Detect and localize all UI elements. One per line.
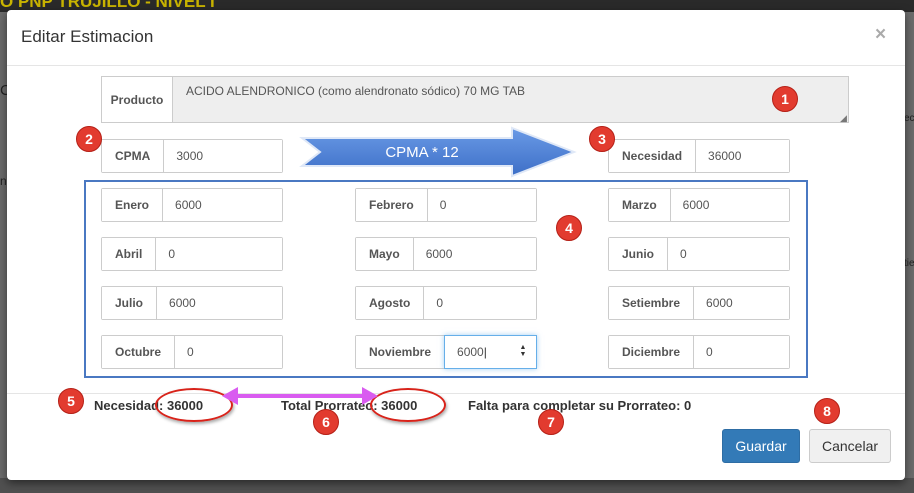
month-input-noviembre-value: 6000 xyxy=(457,345,484,359)
necesidad-label: Necesidad xyxy=(609,140,697,172)
month-input-group-diciembre: Diciembre 0 xyxy=(608,335,790,369)
month-input-julio[interactable]: 6000 xyxy=(157,287,282,319)
annotation-badge: 7 xyxy=(538,409,564,435)
month-label: Agosto xyxy=(356,287,425,319)
month-input-group-julio: Julio 6000 xyxy=(101,286,283,320)
month-input-group-noviembre: Noviembre 6000 | ▲ ▼ xyxy=(355,335,537,369)
month-input-group-junio: Junio 0 xyxy=(608,237,790,271)
guardar-button[interactable]: Guardar xyxy=(722,429,800,463)
month-input-febrero[interactable]: 0 xyxy=(427,189,536,221)
cpma-input[interactable]: 3000 xyxy=(164,140,282,172)
resize-grip-icon[interactable]: ◢ xyxy=(840,113,847,124)
month-label: Abril xyxy=(102,238,157,270)
necesidad-input[interactable]: 36000 xyxy=(696,140,789,172)
highlight-ellipse xyxy=(370,388,446,422)
month-label: Enero xyxy=(102,189,164,221)
modal-footer-divider xyxy=(7,393,905,394)
month-input-marzo[interactable]: 6000 xyxy=(670,189,789,221)
month-label: Junio xyxy=(609,238,668,270)
cpma-input-group: CPMA 3000 xyxy=(101,139,283,173)
month-input-diciembre[interactable]: 0 xyxy=(694,336,789,368)
month-input-group-agosto: Agosto 0 xyxy=(355,286,537,320)
month-input-octubre[interactable]: 0 xyxy=(175,336,282,368)
modal-title: Editar Estimacion xyxy=(21,27,154,46)
annotation-badge: 4 xyxy=(556,215,582,241)
number-spinner-icon[interactable]: ▲ ▼ xyxy=(518,344,528,360)
month-label: Octubre xyxy=(102,336,176,368)
month-input-agosto[interactable]: 0 xyxy=(424,287,536,319)
product-label: Producto xyxy=(101,76,173,123)
annotation-badge: 8 xyxy=(814,398,840,424)
annotation-badge: 5 xyxy=(58,388,84,414)
product-textarea[interactable]: ACIDO ALENDRONICO (como alendronato sódi… xyxy=(172,76,849,123)
month-input-group-enero: Enero 6000 xyxy=(101,188,283,222)
month-label: Julio xyxy=(102,287,158,319)
annotation-badge: 6 xyxy=(313,409,339,435)
arrow-label: CPMA * 12 xyxy=(385,144,458,161)
cancelar-button[interactable]: Cancelar xyxy=(809,429,891,463)
month-label: Noviembre xyxy=(356,336,446,368)
arrow-head-right-icon xyxy=(362,387,378,405)
close-icon[interactable]: × xyxy=(875,24,886,46)
month-input-group-febrero: Febrero 0 xyxy=(355,188,537,222)
month-input-group-abril: Abril 0 xyxy=(101,237,283,271)
month-input-noviembre[interactable]: 6000 | ▲ ▼ xyxy=(444,335,537,369)
background-fragment: tie xyxy=(904,258,914,269)
month-label: Setiembre xyxy=(609,287,695,319)
summary-falta: Falta para completar su Prorrateo: 0 xyxy=(468,398,692,413)
month-label: Mayo xyxy=(356,238,414,270)
modal-header: Editar Estimacion × xyxy=(7,10,905,66)
month-input-group-marzo: Marzo 6000 xyxy=(608,188,790,222)
necesidad-input-group: Necesidad 36000 xyxy=(608,139,790,173)
month-input-group-setiembre: Setiembre 6000 xyxy=(608,286,790,320)
annotation-badge: 1 xyxy=(772,86,798,112)
month-input-junio[interactable]: 0 xyxy=(668,238,789,270)
month-label: Diciembre xyxy=(609,336,695,368)
month-label: Febrero xyxy=(356,189,428,221)
month-label: Marzo xyxy=(609,189,671,221)
background-fragment: n xyxy=(0,174,7,188)
background-footer xyxy=(0,478,914,493)
arrow-head-left-icon xyxy=(222,387,238,405)
cpma-arrow-annotation: CPMA * 12 xyxy=(299,126,577,178)
month-input-group-octubre: Octubre 0 xyxy=(101,335,283,369)
double-arrow-annotation xyxy=(222,387,378,405)
month-input-setiembre[interactable]: 6000 xyxy=(694,287,789,319)
month-input-mayo[interactable]: 6000 xyxy=(413,238,536,270)
annotation-badge: 3 xyxy=(589,126,615,152)
annotation-badge: 2 xyxy=(76,126,102,152)
month-input-group-mayo: Mayo 6000 xyxy=(355,237,537,271)
month-input-enero[interactable]: 6000 xyxy=(163,189,282,221)
background-fragment: ec xyxy=(904,113,914,124)
month-input-abril[interactable]: 0 xyxy=(156,238,282,270)
cpma-label: CPMA xyxy=(102,140,165,172)
